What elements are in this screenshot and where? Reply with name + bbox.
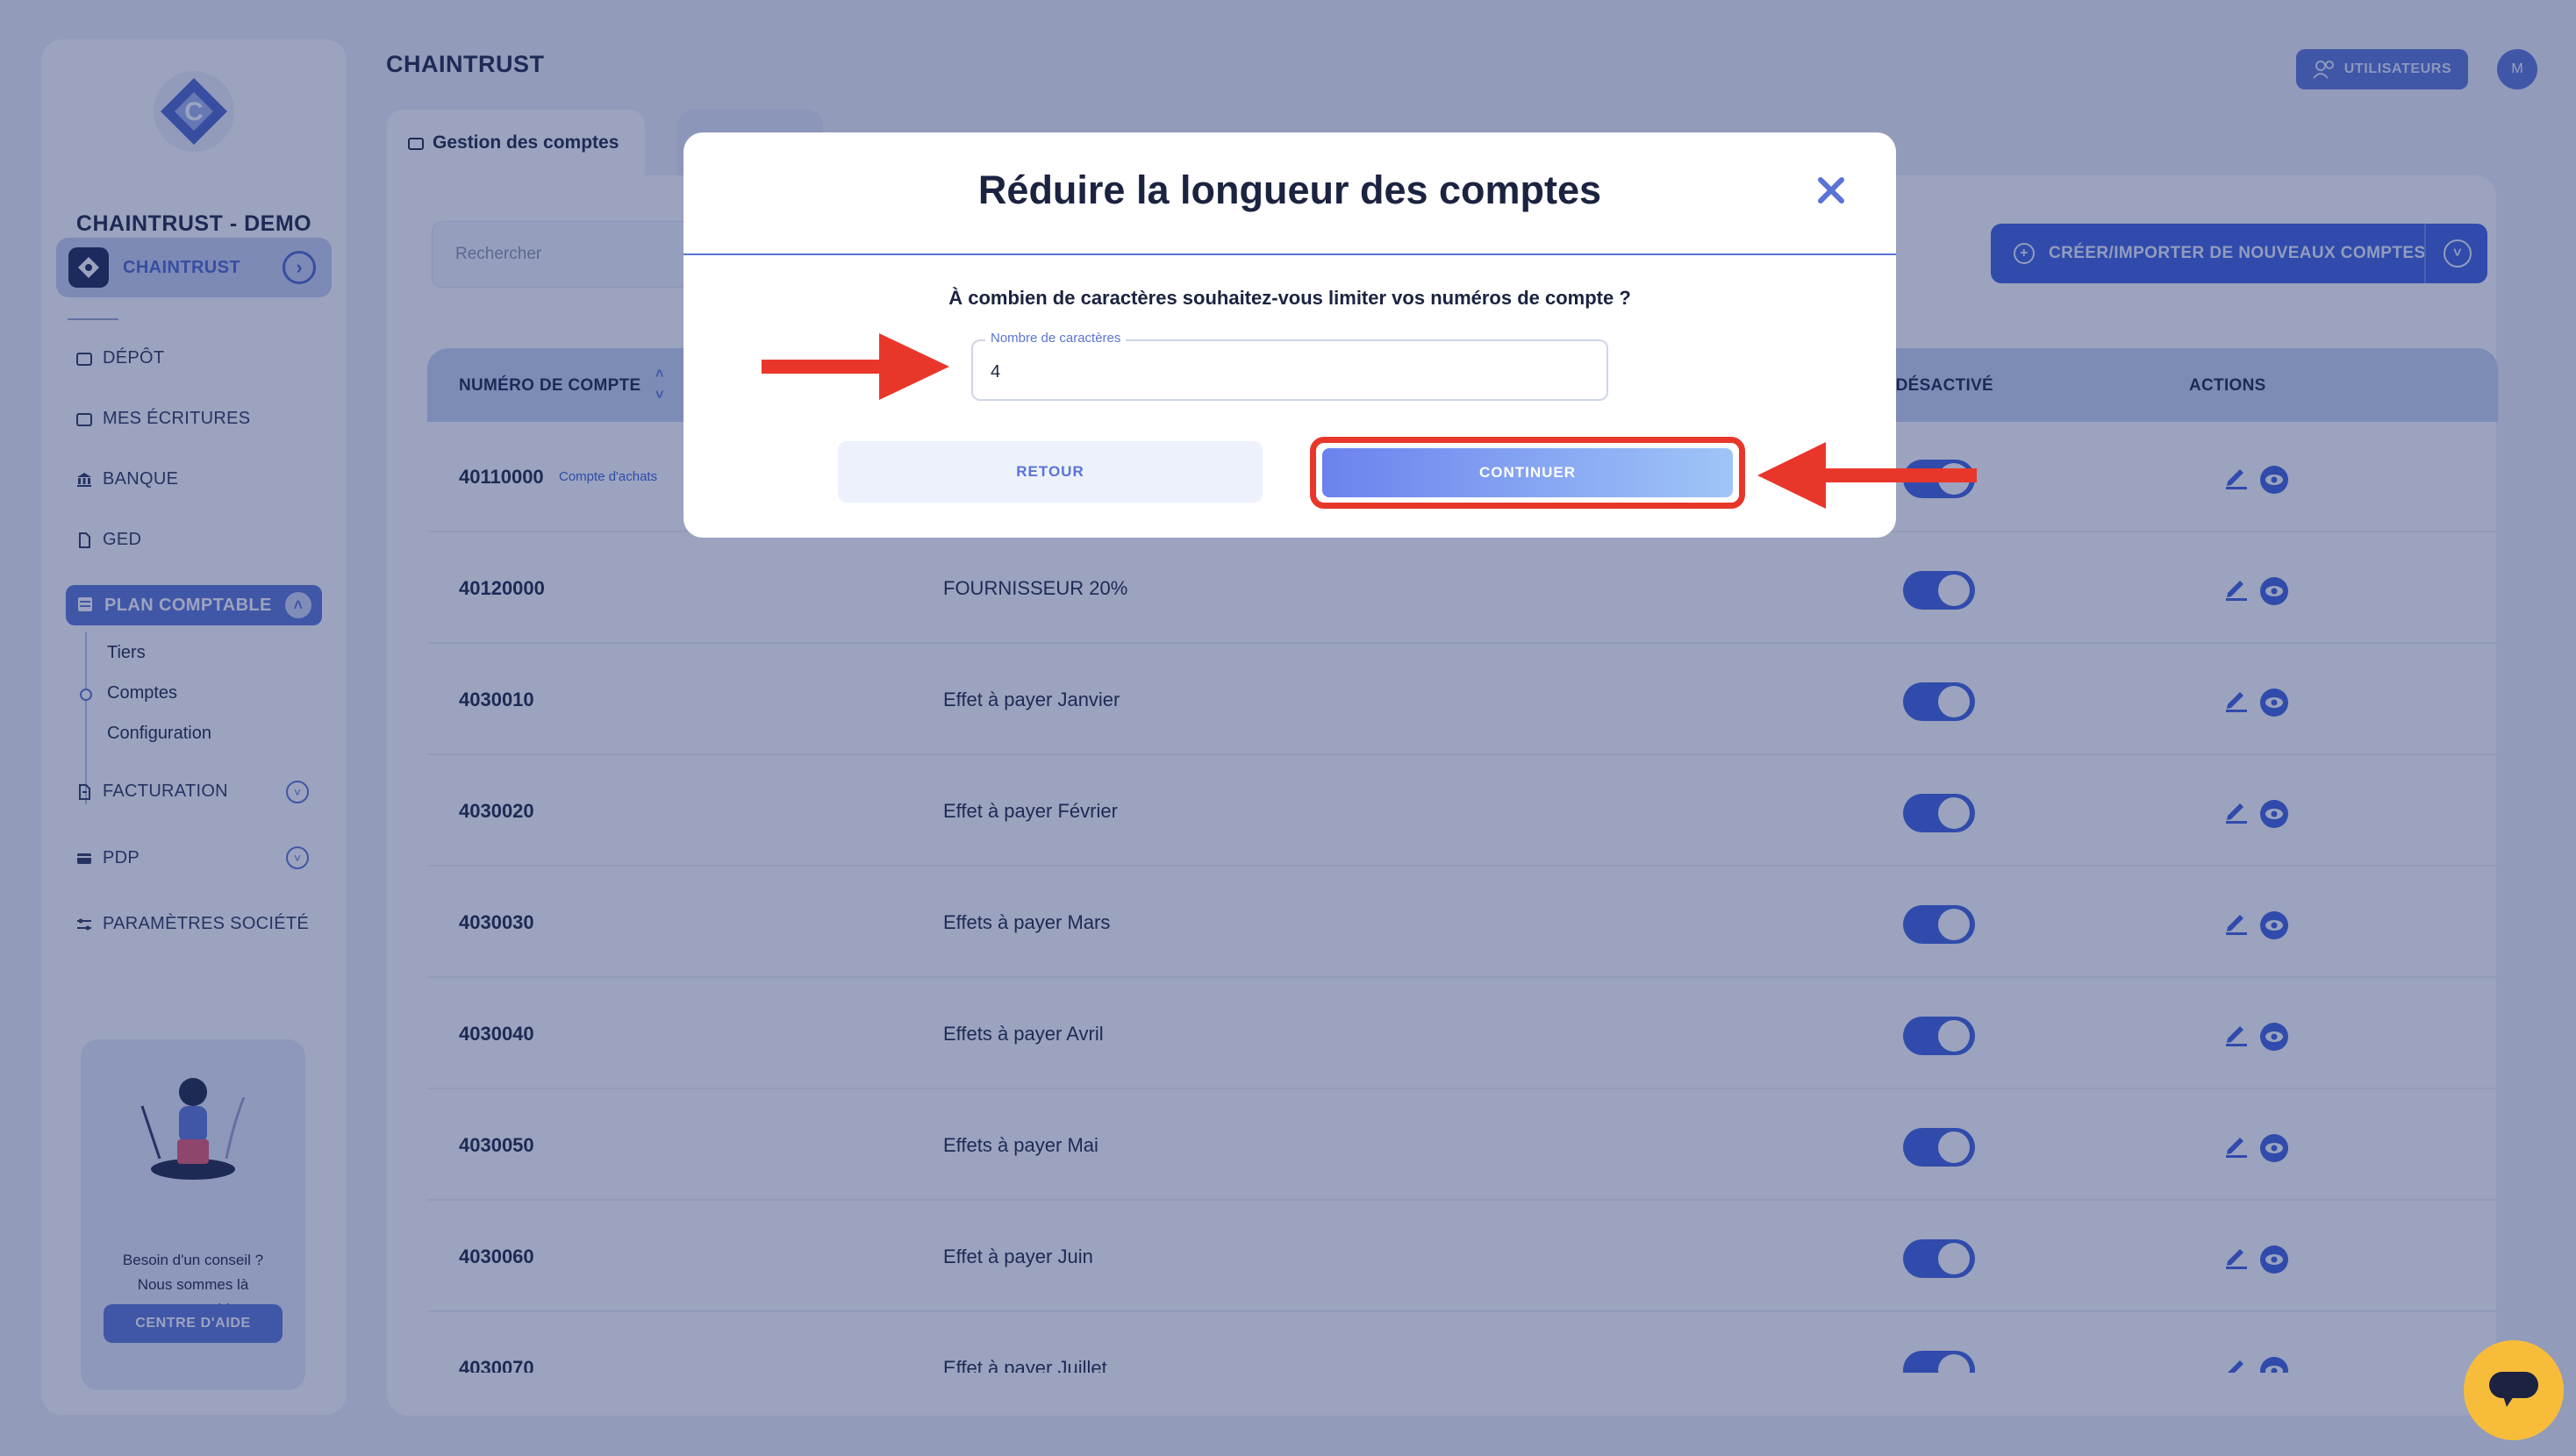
continue-button[interactable]: CONTINUER	[1322, 448, 1733, 497]
close-icon[interactable]	[1815, 175, 1847, 206]
field-label: Nombre de caractères	[985, 331, 1127, 346]
chat-bubble-icon	[2489, 1372, 2538, 1407]
back-button[interactable]: RETOUR	[838, 441, 1263, 503]
arrow-left-annotation-icon	[1757, 442, 1977, 509]
arrow-right-annotation-icon	[762, 333, 949, 400]
dialog-divider	[683, 253, 1896, 255]
field-value[interactable]: 4	[991, 362, 1000, 382]
chat-widget-button[interactable]	[2464, 1340, 2564, 1440]
dialog-question: À combien de caractères souhaitez-vous l…	[948, 287, 1631, 309]
dialog-title: Réduire la longueur des comptes	[977, 168, 1602, 212]
character-count-field[interactable]: Nombre de caractères 4	[971, 331, 1608, 401]
